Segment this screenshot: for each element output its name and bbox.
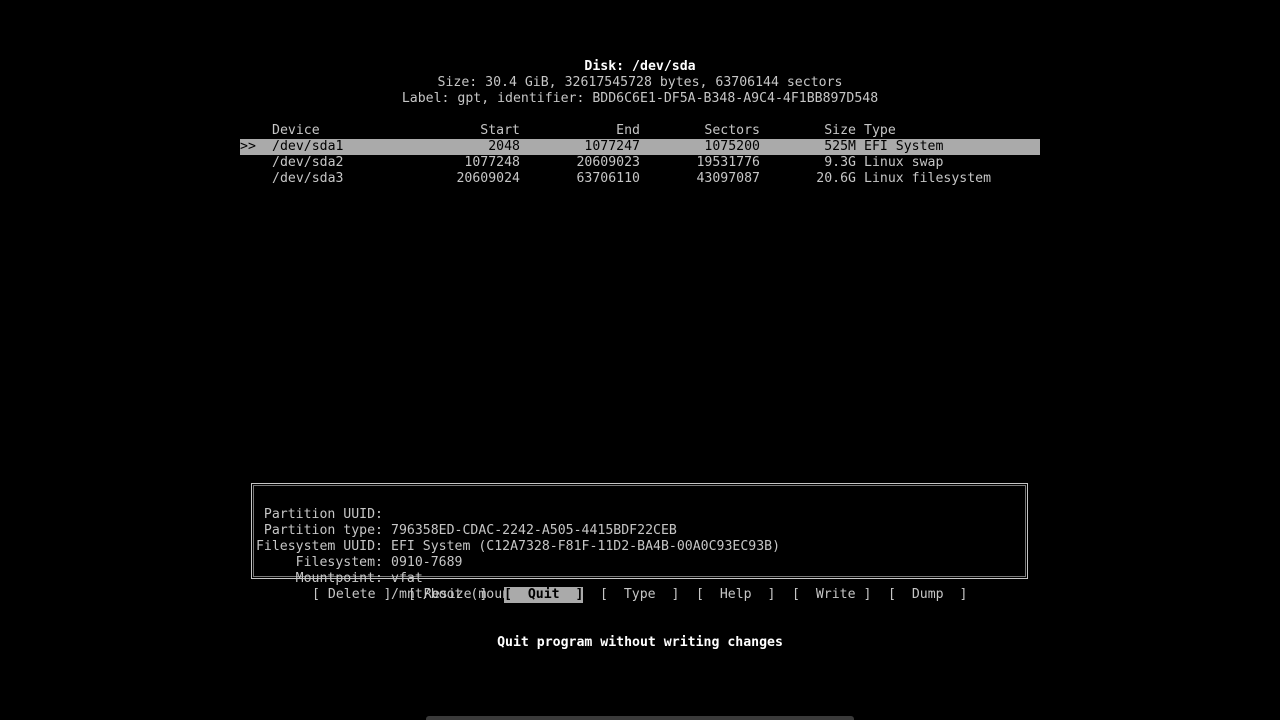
row-sectors: 19531776	[696, 155, 760, 170]
row-start: 2048	[488, 139, 520, 154]
info-mountpoint: Mountpoint: /mnt/boot (mounted)	[252, 555, 1027, 602]
table-row-sda3[interactable]: /dev/sda3 20609024 63706110 43097087 20.…	[240, 171, 1040, 187]
row-sectors: 43097087	[696, 171, 760, 186]
info-label: Mountpoint:	[295, 571, 383, 586]
row-type: Linux swap	[864, 155, 944, 170]
column-start: Start	[480, 123, 520, 138]
row-device: /dev/sda2	[272, 155, 344, 170]
dump-button[interactable]: [ Dump ]	[888, 587, 967, 603]
row-size: 525M	[824, 139, 856, 154]
column-sectors: Sectors	[704, 123, 760, 138]
type-button[interactable]: [ Type ]	[600, 587, 679, 603]
disk-label: Label: gpt, identifier: BDD6C6E1-DF5A-B3…	[401, 91, 879, 106]
partition-info-box: Partition UUID: 796358ED-CDAC-2242-A505-…	[251, 483, 1028, 602]
disk-title: Disk: /dev/sda	[584, 59, 696, 74]
row-start: 1077248	[464, 155, 520, 170]
bottom-edge-bar	[426, 716, 854, 720]
row-type: EFI System	[864, 139, 944, 154]
partition-table: Device Start End Sectors Size Type >> /d…	[240, 123, 1040, 187]
resize-button[interactable]: [ Resize ]	[408, 587, 487, 603]
selection-marker: >>	[240, 139, 256, 154]
row-end: 63706110	[576, 171, 640, 186]
help-button[interactable]: [ Help ]	[696, 587, 775, 603]
info-value: vfat	[391, 571, 423, 586]
row-end: 20609023	[576, 155, 640, 170]
info-partition-uuid: Partition UUID: 796358ED-CDAC-2242-A505-…	[252, 491, 1027, 538]
write-button[interactable]: [ Write ]	[792, 587, 871, 603]
row-size: 20.6G	[816, 171, 856, 186]
disk-size: Size: 30.4 GiB, 32617545728 bytes, 63706…	[437, 75, 843, 90]
row-device: /dev/sda3	[272, 171, 344, 186]
info-filesystem: Filesystem: vfat	[252, 539, 1027, 586]
delete-button[interactable]: [ Delete ]	[312, 587, 391, 603]
table-row-sda2[interactable]: /dev/sda2 1077248 20609023 19531776 9.3G…	[240, 155, 1040, 171]
status-message: Quit program without writing changes	[497, 635, 783, 650]
column-device: Device	[272, 123, 320, 138]
row-end: 1077247	[584, 139, 640, 154]
action-menu: [ Delete ] [ Resize ] [ Quit ] [ Type ] …	[0, 587, 1280, 603]
column-end: End	[616, 123, 640, 138]
row-start: 20609024	[456, 171, 520, 186]
info-filesystem-uuid: Filesystem UUID: 0910-7689	[252, 523, 1027, 570]
column-type: Type	[864, 123, 896, 138]
row-sectors: 1075200	[704, 139, 760, 154]
column-size: Size	[824, 123, 856, 138]
row-size: 9.3G	[824, 155, 856, 170]
info-partition-type: Partition type: EFI System (C12A7328-F81…	[252, 507, 1027, 554]
quit-button[interactable]: [ Quit ]	[504, 587, 584, 603]
row-device: /dev/sda1	[272, 139, 344, 154]
row-type: Linux filesystem	[864, 171, 992, 186]
table-row-sda1[interactable]: >> /dev/sda1 2048 1077247 1075200 525M E…	[240, 139, 1040, 155]
table-header: Device Start End Sectors Size Type	[240, 123, 1040, 139]
